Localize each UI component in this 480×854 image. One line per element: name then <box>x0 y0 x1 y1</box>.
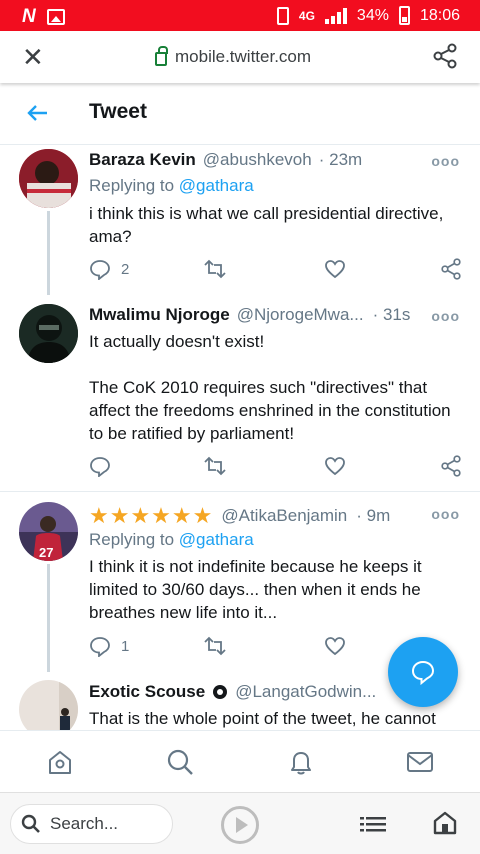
replying-to: Replying to @gathara <box>89 176 254 196</box>
author-handle[interactable]: @abushkevoh <box>203 150 312 170</box>
heart-icon <box>325 260 345 279</box>
share-tweet-button[interactable] <box>440 455 462 477</box>
like-button[interactable] <box>324 258 346 280</box>
mention-link[interactable]: @gathara <box>179 176 254 195</box>
list-icon[interactable] <box>360 814 386 839</box>
vibrate-icon <box>276 6 289 25</box>
battery-icon <box>398 6 410 25</box>
tweet-text: That is the whole point of the tweet, he… <box>89 709 436 728</box>
url-field[interactable]: mobile.twitter.com <box>155 46 312 67</box>
author-handle[interactable]: @LangatGodwin... <box>235 682 376 702</box>
reply-count: 2 <box>121 260 130 278</box>
page-header: Tweet <box>0 83 480 145</box>
share-icon <box>441 455 461 477</box>
share-icon[interactable] <box>432 43 458 74</box>
tweet-header: Exotic Scouse @LangatGodwin... <box>89 682 376 702</box>
more-options-icon[interactable]: ooo <box>431 308 460 324</box>
close-icon[interactable]: ✕ <box>22 44 44 70</box>
avatar[interactable] <box>19 149 78 208</box>
avatar[interactable] <box>19 680 78 730</box>
reply-button[interactable]: 2 <box>89 258 129 280</box>
retweet-button[interactable] <box>203 258 227 280</box>
network-type: 4G <box>298 8 315 23</box>
like-button[interactable] <box>324 635 346 657</box>
replying-prefix: Replying to <box>89 176 179 195</box>
tweet-text: i think this is what we call presidentia… <box>89 204 444 246</box>
tweet-header: Mwalimu Njoroge @NjorogeMwa... · 31s <box>89 305 410 325</box>
heart-icon <box>325 457 345 476</box>
tweet-header: Baraza Kevin @abushkevoh · 23m <box>89 150 362 170</box>
notifications-icon[interactable] <box>287 748 315 781</box>
retweet-icon <box>204 259 226 279</box>
play-icon[interactable] <box>221 806 259 844</box>
messages-icon[interactable] <box>406 748 434 781</box>
tweet-text-line2: The CoK 2010 requires such "directives" … <box>89 378 451 443</box>
reply-icon <box>90 260 110 280</box>
tweet-1[interactable]: Baraza Kevin @abushkevoh · 23m ooo Reply… <box>0 145 480 295</box>
author-name[interactable]: Exotic Scouse <box>89 682 205 702</box>
page-title: Tweet <box>89 100 147 123</box>
retweet-button[interactable] <box>203 455 227 477</box>
heart-icon <box>325 637 345 656</box>
retweet-button[interactable] <box>203 635 227 657</box>
reply-icon <box>90 637 110 657</box>
star-rating-name[interactable]: ★★★★★★ <box>89 503 213 529</box>
tweet-actions <box>89 455 462 479</box>
author-name[interactable]: Baraza Kevin <box>89 150 196 170</box>
verified-badge-icon <box>213 685 228 699</box>
reply-button[interactable]: 1 <box>89 635 129 657</box>
reply-count: 1 <box>121 637 130 655</box>
share-tweet-button[interactable] <box>440 258 462 280</box>
tweet-text-line1: It actually doesn't exist! <box>89 332 265 351</box>
browser-bottom-bar: Search... <box>0 792 480 854</box>
compose-reply-icon <box>411 660 435 685</box>
browser-search-field[interactable]: Search... <box>10 804 173 844</box>
author-handle[interactable]: @AtikaBenjamin <box>221 506 347 526</box>
replying-prefix: Replying to <box>89 530 179 549</box>
mention-link[interactable]: @gathara <box>179 530 254 549</box>
image-notification-icon <box>46 9 65 25</box>
avatar[interactable] <box>19 304 78 363</box>
bottom-nav <box>0 730 480 792</box>
browser-home-icon[interactable] <box>432 810 458 841</box>
tweet-time[interactable]: · 9m <box>356 506 390 526</box>
more-options-icon[interactable]: ooo <box>431 153 460 169</box>
search-icon[interactable] <box>166 748 194 781</box>
signal-icon <box>324 7 347 24</box>
reply-button[interactable] <box>89 455 121 477</box>
home-icon[interactable] <box>46 748 74 781</box>
tweet-text: I think it is not indefinite because he … <box>89 557 422 622</box>
url-text: mobile.twitter.com <box>175 47 312 66</box>
retweet-icon <box>204 456 226 476</box>
share-icon <box>441 258 461 280</box>
search-icon <box>21 814 40 833</box>
search-placeholder: Search... <box>50 814 119 833</box>
tweet-time[interactable]: · 31s <box>373 305 411 325</box>
battery-percent: 34% <box>356 6 389 24</box>
more-options-icon[interactable]: ooo <box>431 506 460 522</box>
tweet-header: ★★★★★★ @AtikaBenjamin · 9m <box>89 503 390 529</box>
author-name[interactable]: Mwalimu Njoroge <box>89 305 230 325</box>
retweet-icon <box>204 636 226 656</box>
status-bar: N 4G 34% 18:06 <box>0 0 480 31</box>
thread-line <box>47 211 50 295</box>
author-handle[interactable]: @NjorogeMwa... <box>237 305 364 325</box>
reply-icon <box>90 457 110 477</box>
avatar[interactable]: 27 <box>19 502 78 561</box>
tweet-time[interactable]: · 23m <box>319 150 362 170</box>
clock: 18:06 <box>419 6 460 24</box>
tweet-2[interactable]: Mwalimu Njoroge @NjorogeMwa... · 31s ooo… <box>0 295 480 491</box>
svg-text:27: 27 <box>39 545 53 560</box>
lock-icon <box>155 46 168 66</box>
replying-to: Replying to @gathara <box>89 530 254 550</box>
compose-reply-button[interactable] <box>388 637 458 707</box>
browser-url-bar: ✕ mobile.twitter.com <box>0 31 480 83</box>
notification-n-icon: N <box>22 6 36 27</box>
tweet-actions: 2 <box>89 258 462 282</box>
back-arrow-icon[interactable] <box>26 101 50 130</box>
thread-line <box>47 564 50 672</box>
like-button[interactable] <box>324 455 346 477</box>
